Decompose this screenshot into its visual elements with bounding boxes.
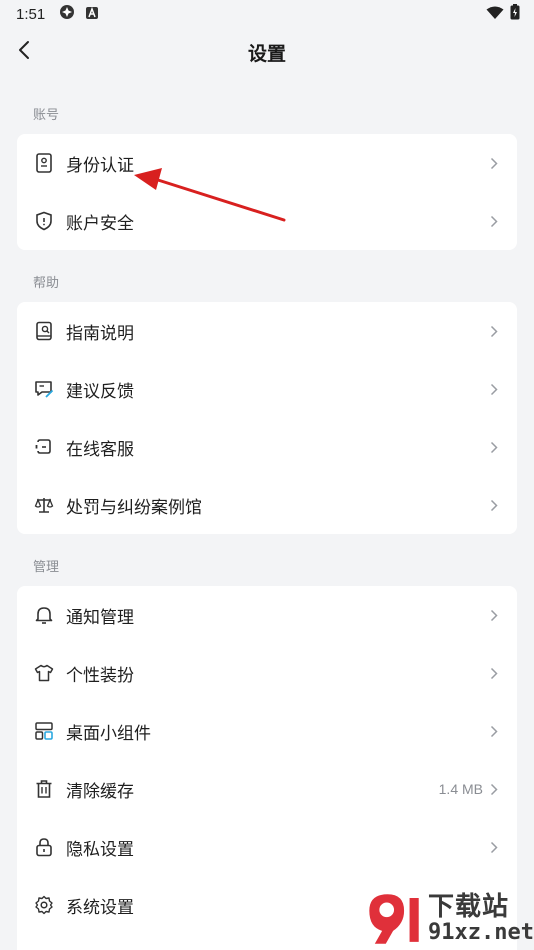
chevron-right-icon [489, 324, 499, 338]
row-label: 处罚与纠纷案例馆 [66, 497, 202, 518]
row-label: 桌面小组件 [66, 723, 151, 744]
gear-icon [34, 895, 54, 915]
shield-icon [34, 211, 54, 231]
row-label: 在线客服 [66, 439, 134, 460]
cache-size-value: 1.4 MB [438, 781, 483, 797]
chevron-right-icon [489, 666, 499, 680]
trash-icon [34, 779, 54, 799]
watermark-logo-icon [369, 894, 419, 944]
chevron-left-icon [17, 40, 31, 64]
status-left-icons [59, 4, 99, 24]
nav-bar: 设置 [0, 28, 534, 76]
guide-book-icon [34, 321, 54, 341]
page-title: 设置 [247, 42, 286, 65]
widget-icon [34, 721, 54, 741]
chevron-right-icon [489, 608, 499, 622]
section-label-help: 帮助 [33, 276, 60, 291]
row-label: 通知管理 [66, 607, 134, 628]
status-time: 1:51 [16, 5, 46, 23]
row-label: 建议反馈 [66, 381, 134, 402]
a-letter-status-icon [85, 5, 99, 24]
settings-row-privacy[interactable]: 隐私设置 [17, 818, 517, 876]
row-label: 隐私设置 [66, 839, 134, 860]
chevron-right-icon [489, 156, 499, 170]
chevron-right-icon [489, 214, 499, 228]
wifi-icon [486, 5, 504, 24]
id-card-icon [34, 153, 54, 173]
balance-scale-icon [34, 495, 54, 515]
settings-row-identity[interactable]: 身份认证 [17, 134, 517, 192]
row-label: 清除缓存 [66, 781, 134, 802]
chevron-right-icon [489, 498, 499, 512]
settings-row-personalization[interactable]: 个性装扮 [17, 644, 517, 702]
watermark-logo-text: 下载站 [428, 892, 510, 922]
chevron-right-icon [489, 382, 499, 396]
chevron-right-icon [489, 440, 499, 454]
section-label-account: 账号 [33, 108, 60, 123]
account-card: 身份认证 账户安全 [17, 134, 517, 250]
chevron-right-icon [489, 840, 499, 854]
watermark-domain: 91xz.net [428, 920, 534, 945]
shirt-icon [34, 663, 54, 683]
settings-row-customer-service[interactable]: 在线客服 [17, 418, 517, 476]
customer-service-icon [34, 437, 54, 457]
settings-gear-status-icon [59, 4, 75, 24]
row-label: 指南说明 [66, 323, 134, 344]
help-card: 指南说明 建议反馈 在线客服 处罚与纠纷案例馆 [17, 302, 517, 534]
section-label-management: 管理 [33, 560, 60, 575]
bell-icon [34, 605, 54, 625]
status-bar: 1:51 [0, 0, 534, 28]
back-button[interactable] [10, 38, 38, 66]
settings-row-guide[interactable]: 指南说明 [17, 302, 517, 360]
settings-row-account-security[interactable]: 账户安全 [17, 192, 517, 250]
feedback-edit-icon [34, 379, 54, 399]
settings-row-notifications[interactable]: 通知管理 [17, 586, 517, 644]
settings-row-feedback[interactable]: 建议反馈 [17, 360, 517, 418]
settings-row-penalty-cases[interactable]: 处罚与纠纷案例馆 [17, 476, 517, 534]
settings-row-clear-cache[interactable]: 清除缓存 1.4 MB [17, 760, 517, 818]
lock-icon [34, 837, 54, 857]
row-label: 账户安全 [66, 213, 134, 234]
battery-icon [510, 4, 520, 24]
watermark: 下载站 91xz.net [362, 888, 534, 950]
settings-row-desktop-widgets[interactable]: 桌面小组件 [17, 702, 517, 760]
watermark-text-group: 下载站 91xz.net [428, 893, 534, 945]
row-label: 身份认证 [66, 155, 134, 176]
row-label: 个性装扮 [66, 665, 134, 686]
status-right-icons [486, 4, 520, 24]
chevron-right-icon [489, 782, 499, 796]
chevron-right-icon [489, 724, 499, 738]
